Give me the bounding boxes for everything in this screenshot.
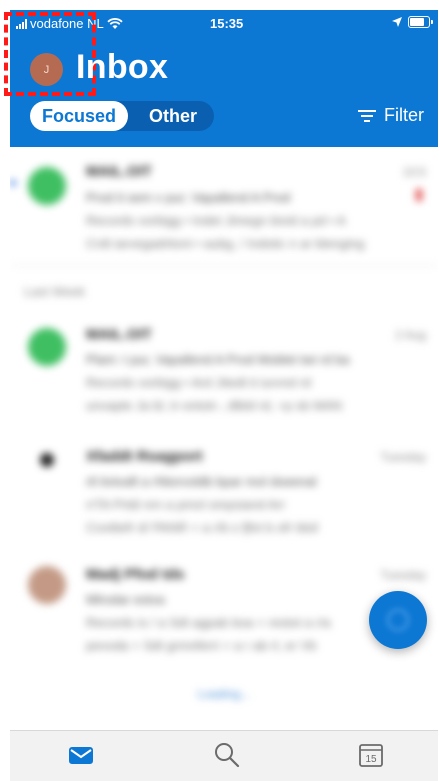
- list-item[interactable]: MAIL.OIT 2 Aug Plam: t pur, Vapallend A …: [10, 312, 438, 430]
- message-subject: Mlrodar estva: [86, 592, 165, 607]
- message-preview: Records is / a Sdt agpab boa + restot a …: [86, 615, 331, 630]
- message-date: 10:5: [402, 165, 426, 179]
- sender-name: MAIL.OIT: [86, 163, 152, 180]
- avatar-initial: J: [43, 63, 50, 76]
- sender-name: Madj Pfod tds: [86, 566, 185, 583]
- tab-other[interactable]: Other: [136, 101, 210, 131]
- filter-button[interactable]: Filter: [358, 105, 424, 126]
- divider: [10, 265, 438, 266]
- list-item[interactable]: Xfaddt Rsagport Tuesday rtl tivtvaft a r…: [10, 430, 438, 548]
- message-date: Tuesday: [380, 568, 426, 582]
- message-subject: rtl tivtvaft a rNtorvoldb bpar mol doeen…: [86, 474, 317, 489]
- tab-calendar[interactable]: 15: [357, 741, 385, 769]
- flag-icon: [416, 189, 422, 201]
- inbox-segmented-control: Focused Other: [30, 101, 214, 131]
- sender-name: Xfaddt Rsagport: [86, 448, 203, 465]
- message-subject: Plam: t pur, Vapallend A Prod Moblet twi…: [86, 352, 350, 367]
- sender-avatar: [28, 566, 66, 604]
- section-header: Last Week: [24, 284, 86, 299]
- battery-icon: [408, 16, 433, 28]
- message-preview: Records vorbigg • Indet Jimegn bivid a p…: [86, 213, 346, 228]
- calendar-icon: 15: [359, 744, 383, 767]
- compose-button[interactable]: [369, 591, 427, 649]
- list-item[interactable]: MAIL.OIT 10:5 Prod it sem v pur; Vapalle…: [10, 147, 438, 265]
- search-icon: [215, 743, 240, 768]
- sender-avatar: [40, 453, 54, 467]
- message-subject: Prod it sem v pur; Vapallend A Prod: [86, 190, 291, 205]
- status-time: 15:35: [210, 16, 244, 31]
- filter-label: Filter: [384, 105, 424, 125]
- account-avatar-button[interactable]: J: [30, 53, 63, 86]
- message-preview: unvapte Ja bl, tr-ontotr-, dlbld rd, +p …: [86, 398, 343, 413]
- message-preview: Covtitefr d/ PANR + a r/b s fjfvt b ofr …: [86, 520, 319, 535]
- page-title: Inbox: [76, 48, 169, 86]
- mail-icon: [69, 747, 93, 764]
- location-arrow-icon: [392, 17, 402, 27]
- filter-icon: [358, 109, 376, 123]
- message-preview: rrTA Prtdi nrn a pmol ompsiand Arr: [86, 497, 286, 512]
- unread-indicator: [10, 180, 16, 186]
- sender-avatar: [28, 167, 66, 205]
- tab-mail[interactable]: [67, 741, 95, 769]
- compose-icon: [387, 609, 409, 631]
- message-preview: Crdt iarvegadrtioni • aubg, / Indotic n …: [86, 236, 365, 251]
- message-preview: pevoda + Sdt grnreferri + a r ab rl, er …: [86, 638, 317, 653]
- message-date: Tuesday: [380, 450, 426, 464]
- sender-avatar: [28, 328, 66, 366]
- loading-indicator: Loading...: [197, 687, 251, 701]
- message-preview: Records vorbigg • Ard Jitedt ti iurvnd r…: [86, 375, 311, 390]
- tab-search[interactable]: [213, 741, 241, 769]
- tab-focused[interactable]: Focused: [30, 101, 128, 131]
- sender-name: MAIL.OIT: [86, 326, 152, 343]
- bottom-tab-bar: 15: [10, 730, 438, 781]
- calendar-day: 15: [365, 754, 377, 765]
- message-date: 2 Aug: [395, 328, 426, 342]
- wifi-icon: [107, 17, 123, 29]
- app-header: vodafone NL 15:35 J Inbox Focused Other …: [4, 10, 438, 147]
